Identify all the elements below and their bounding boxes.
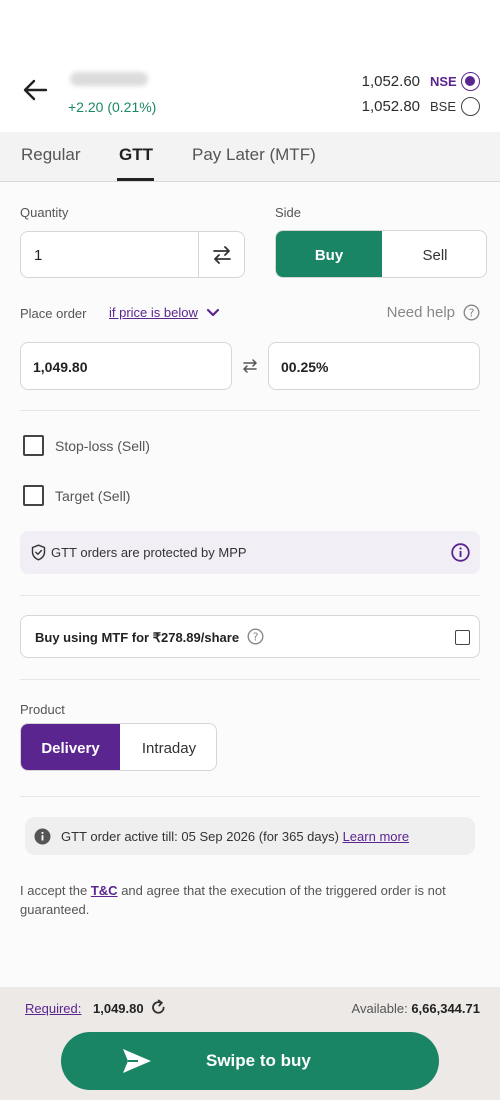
stop-loss-checkbox[interactable] <box>23 435 44 456</box>
swap-units-icon[interactable] <box>211 245 233 265</box>
gtt-note-message: GTT order active till: 05 Sep 2026 (for … <box>61 829 339 844</box>
sell-button[interactable]: Sell <box>382 231 486 277</box>
trigger-price-value: 1,049.80 <box>33 359 88 375</box>
price-condition-text: if price is below <box>109 305 198 320</box>
mtf-checkbox[interactable] <box>455 630 470 645</box>
mtf-option[interactable]: Buy using MTF for ₹278.89/share ? <box>20 615 480 658</box>
help-circle-icon: ? <box>463 304 480 321</box>
nse-price: 1,052.60 <box>361 72 420 90</box>
target-checkbox[interactable] <box>23 485 44 506</box>
stock-name-blurred <box>70 72 148 86</box>
available-margin: Available: 6,66,344.71 <box>352 1001 480 1016</box>
swipe-to-buy-slider[interactable]: Swipe to buy <box>61 1032 439 1090</box>
order-type-tabs: Regular GTT Pay Later (MTF) <box>0 132 500 182</box>
swipe-label: Swipe to buy <box>206 1051 311 1070</box>
exchange-option-nse[interactable]: 1,052.60 NSE <box>362 70 480 92</box>
tab-gtt[interactable]: GTT <box>119 145 153 165</box>
mpp-info-banner: GTT orders are protected by MPP <box>20 531 480 574</box>
trigger-price-input[interactable]: 1,049.80 <box>20 342 232 390</box>
side-toggle: Buy Sell <box>275 230 487 278</box>
back-arrow-icon[interactable] <box>20 76 50 104</box>
info-filled-icon <box>34 828 51 845</box>
help-circle-icon[interactable]: ? <box>247 628 264 645</box>
chevron-down-icon <box>206 308 219 316</box>
side-label: Side <box>275 205 302 220</box>
exchange-option-bse[interactable]: 1,052.80 BSE <box>362 95 480 117</box>
gtt-validity-note: GTT order active till: 05 Sep 2026 (for … <box>25 817 475 855</box>
terms-text: I accept the T&C and agree that the exec… <box>20 881 482 919</box>
section-divider <box>20 410 480 411</box>
section-divider <box>20 679 480 680</box>
swap-price-percent-icon[interactable] <box>241 358 259 374</box>
bse-price: 1,052.80 <box>361 97 420 115</box>
required-margin-value: 1,049.80 <box>93 1001 144 1016</box>
place-order-label: Place order <box>20 306 87 321</box>
available-value: 6,66,344.71 <box>411 1001 480 1016</box>
intraday-button[interactable]: Intraday <box>120 724 216 770</box>
need-help-text: Need help <box>386 304 455 321</box>
svg-text:?: ? <box>253 631 259 644</box>
mtf-label: Buy using MTF for ₹278.89/share <box>35 630 240 645</box>
terms-prefix: I accept the <box>20 883 88 898</box>
active-tab-indicator <box>117 178 154 181</box>
bse-radio[interactable] <box>461 96 480 116</box>
section-divider <box>20 796 480 797</box>
required-margin-link[interactable]: Required: <box>25 1001 81 1016</box>
learn-more-link[interactable]: Learn more <box>343 829 409 844</box>
mpp-info-text: GTT orders are protected by MPP <box>51 545 247 560</box>
quantity-divider <box>198 232 199 277</box>
tab-regular[interactable]: Regular <box>21 145 81 165</box>
shield-check-icon <box>31 544 46 561</box>
trigger-percent-input[interactable]: 00.25% <box>268 342 480 390</box>
quantity-value: 1 <box>34 247 43 264</box>
tab-pay-later-mtf[interactable]: Pay Later (MTF) <box>192 145 316 165</box>
need-help-link[interactable]: Need help ? <box>387 304 480 321</box>
stop-loss-label: Stop-loss (Sell) <box>55 438 150 454</box>
available-label: Available: <box>351 1001 408 1016</box>
stock-change: +2.20 (0.21%) <box>68 99 157 115</box>
stock-header: +2.20 (0.21%) 1,052.60 NSE 1,052.80 BSE <box>0 0 500 132</box>
terms-link[interactable]: T&C <box>91 883 118 898</box>
refresh-icon[interactable] <box>150 999 167 1016</box>
product-toggle: Delivery Intraday <box>20 723 217 771</box>
product-label: Product <box>20 702 65 717</box>
price-condition-dropdown[interactable]: if price is below <box>109 305 220 320</box>
delivery-button[interactable]: Delivery <box>21 724 120 770</box>
gtt-note-text: GTT order active till: 05 Sep 2026 (for … <box>61 829 409 844</box>
svg-text:?: ? <box>469 307 475 320</box>
nse-label: NSE <box>430 73 457 89</box>
send-arrow-icon[interactable] <box>121 1047 153 1075</box>
nse-radio[interactable] <box>461 71 480 91</box>
target-label: Target (Sell) <box>55 488 131 504</box>
buy-button[interactable]: Buy <box>276 231 382 277</box>
info-icon[interactable] <box>451 543 470 562</box>
quantity-label: Quantity <box>20 205 69 220</box>
section-divider <box>20 595 480 596</box>
bse-label: BSE <box>430 98 457 114</box>
trigger-percent-value: 00.25% <box>281 359 329 375</box>
quantity-input[interactable]: 1 <box>20 231 245 278</box>
